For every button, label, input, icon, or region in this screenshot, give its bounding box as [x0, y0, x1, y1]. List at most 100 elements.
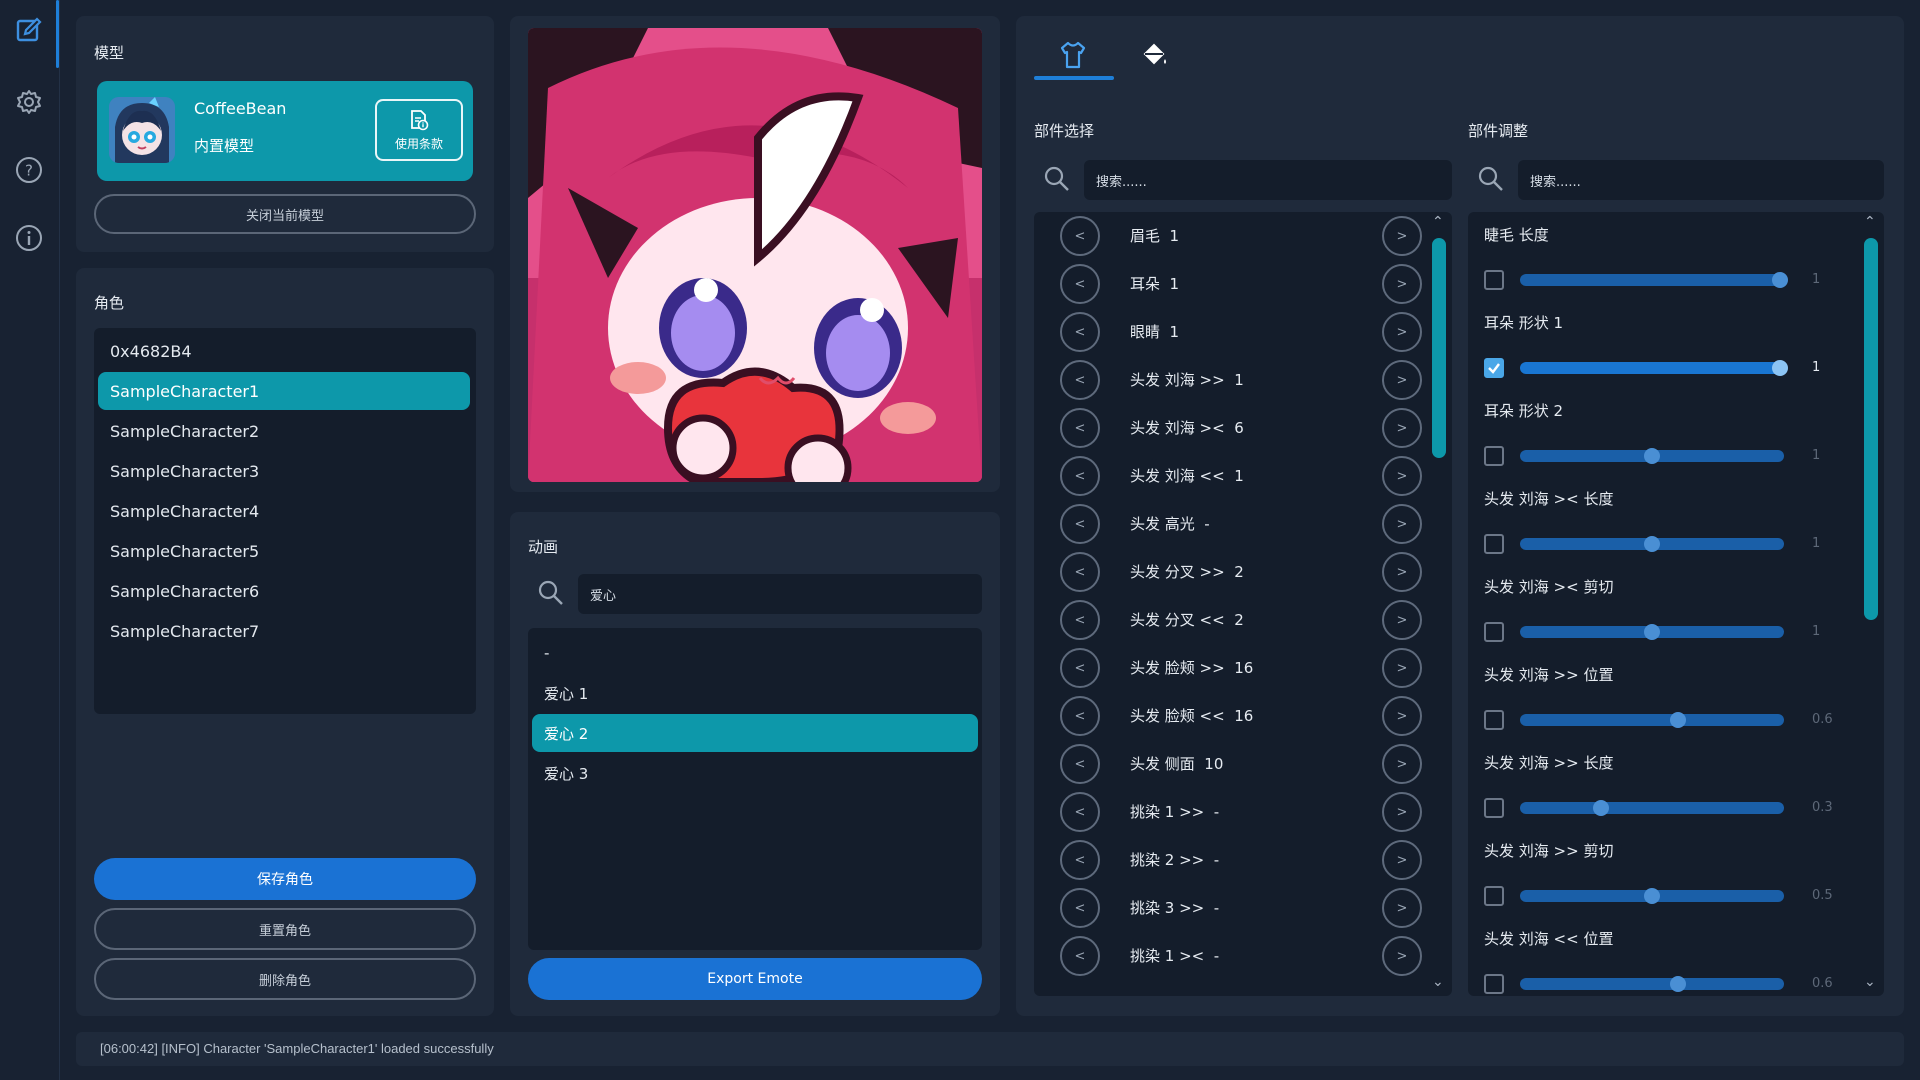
adjust-slider[interactable] — [1520, 800, 1784, 816]
adjust-search-input[interactable]: 搜索...... — [1518, 160, 1884, 200]
adjust-label: 耳朵 形状 2 — [1484, 402, 1564, 420]
character-list-item[interactable]: SampleCharacter4 — [98, 492, 470, 530]
model-avatar — [109, 97, 175, 163]
adjust-checkbox[interactable] — [1484, 358, 1504, 378]
adjust-checkbox[interactable] — [1484, 798, 1504, 818]
prev-option-button[interactable]: < — [1060, 312, 1100, 352]
slider-thumb[interactable] — [1772, 272, 1788, 288]
adjust-checkbox[interactable] — [1484, 710, 1504, 730]
scroll-down-icon[interactable]: ⌄ — [1432, 974, 1444, 990]
prev-option-button[interactable]: < — [1060, 648, 1100, 688]
animation-list-item[interactable]: 爱心 2 — [532, 714, 978, 752]
paint-bucket-icon[interactable] — [1140, 40, 1170, 74]
next-option-button[interactable]: > — [1382, 792, 1422, 832]
adjust-slider[interactable] — [1520, 712, 1784, 728]
next-option-button[interactable]: > — [1382, 888, 1422, 928]
part-row: < 挑染 1 >> - > — [1034, 788, 1424, 836]
next-option-button[interactable]: > — [1382, 408, 1422, 448]
next-option-button[interactable]: > — [1382, 360, 1422, 400]
animation-list-item[interactable]: 爱心 3 — [532, 754, 978, 792]
next-option-button[interactable]: > — [1382, 840, 1422, 880]
character-list-item[interactable]: SampleCharacter6 — [98, 572, 470, 610]
prev-option-button[interactable]: < — [1060, 360, 1100, 400]
adjust-slider[interactable] — [1520, 888, 1784, 904]
next-option-button[interactable]: > — [1382, 696, 1422, 736]
next-option-button[interactable]: > — [1382, 600, 1422, 640]
scroll-up-icon[interactable]: ⌃ — [1864, 214, 1876, 230]
next-option-button[interactable]: > — [1382, 216, 1422, 256]
adjust-checkbox[interactable] — [1484, 534, 1504, 554]
adjust-section-title: 部件调整 — [1468, 122, 1529, 140]
adjust-slider[interactable] — [1520, 976, 1784, 992]
adjust-slider[interactable] — [1520, 360, 1788, 376]
document-info-icon — [411, 109, 429, 130]
scroll-down-icon[interactable]: ⌄ — [1864, 974, 1876, 990]
character-list-item[interactable]: SampleCharacter2 — [98, 412, 470, 450]
prev-option-button[interactable]: < — [1060, 504, 1100, 544]
parts-scrollbar[interactable] — [1432, 238, 1446, 458]
edit-icon[interactable] — [13, 14, 45, 46]
help-icon[interactable]: ? — [13, 154, 45, 186]
slider-thumb[interactable] — [1644, 536, 1660, 552]
prev-option-button[interactable]: < — [1060, 936, 1100, 976]
next-option-button[interactable]: > — [1382, 504, 1422, 544]
next-option-button[interactable]: > — [1382, 648, 1422, 688]
next-option-button[interactable]: > — [1382, 312, 1422, 352]
adjust-slider[interactable] — [1520, 272, 1788, 288]
next-option-button[interactable]: > — [1382, 744, 1422, 784]
next-option-button[interactable]: > — [1382, 264, 1422, 304]
scroll-up-icon[interactable]: ⌃ — [1432, 214, 1444, 230]
character-list-item[interactable]: 0x4682B4 — [98, 332, 470, 370]
adjust-checkbox[interactable] — [1484, 622, 1504, 642]
slider-thumb[interactable] — [1644, 888, 1660, 904]
settings-icon[interactable] — [13, 86, 45, 118]
prev-option-button[interactable]: < — [1060, 696, 1100, 736]
close-model-button[interactable]: 关闭当前模型 — [94, 194, 476, 234]
adjust-scrollbar[interactable] — [1864, 238, 1878, 620]
next-option-button[interactable]: > — [1382, 456, 1422, 496]
model-subtitle: 内置模型 — [194, 137, 255, 155]
shirt-icon[interactable] — [1058, 40, 1088, 74]
model-card[interactable]: CoffeeBean 内置模型 使用条款 — [97, 81, 473, 181]
prev-option-button[interactable]: < — [1060, 216, 1100, 256]
character-list-item[interactable]: SampleCharacter7 — [98, 612, 470, 650]
slider-thumb[interactable] — [1772, 360, 1788, 376]
prev-option-button[interactable]: < — [1060, 840, 1100, 880]
prev-option-button[interactable]: < — [1060, 264, 1100, 304]
slider-thumb[interactable] — [1644, 448, 1660, 464]
adjust-slider[interactable] — [1520, 448, 1784, 464]
terms-of-use-button[interactable]: 使用条款 — [375, 99, 463, 161]
adjust-checkbox[interactable] — [1484, 974, 1504, 994]
prev-option-button[interactable]: < — [1060, 744, 1100, 784]
next-option-button[interactable]: > — [1382, 552, 1422, 592]
next-option-button[interactable]: > — [1382, 936, 1422, 976]
character-list-item[interactable]: SampleCharacter5 — [98, 532, 470, 570]
slider-thumb[interactable] — [1592, 800, 1609, 816]
slider-thumb[interactable] — [1669, 712, 1686, 728]
parts-search-input[interactable]: 搜索...... — [1084, 160, 1452, 200]
character-list-item[interactable]: SampleCharacter3 — [98, 452, 470, 490]
info-icon[interactable] — [13, 222, 45, 254]
animation-list-item[interactable]: 爱心 1 — [532, 674, 978, 712]
prev-option-button[interactable]: < — [1060, 408, 1100, 448]
adjust-slider[interactable] — [1520, 624, 1784, 640]
character-list-item[interactable]: SampleCharacter1 — [98, 372, 470, 410]
prev-option-button[interactable]: < — [1060, 600, 1100, 640]
slider-thumb[interactable] — [1669, 976, 1686, 992]
slider-thumb[interactable] — [1644, 624, 1660, 640]
delete-character-button[interactable]: 删除角色 — [94, 958, 476, 1000]
prev-option-button[interactable]: < — [1060, 792, 1100, 832]
export-emote-button[interactable]: Export Emote — [528, 958, 982, 1000]
adjust-value: 1 — [1812, 448, 1821, 463]
save-character-button[interactable]: 保存角色 — [94, 858, 476, 900]
animation-search-input[interactable]: 爱心 — [578, 574, 982, 614]
prev-option-button[interactable]: < — [1060, 456, 1100, 496]
reset-character-button[interactable]: 重置角色 — [94, 908, 476, 950]
prev-option-button[interactable]: < — [1060, 552, 1100, 592]
prev-option-button[interactable]: < — [1060, 888, 1100, 928]
adjust-slider[interactable] — [1520, 536, 1784, 552]
animation-list-item[interactable]: - — [532, 634, 978, 672]
adjust-checkbox[interactable] — [1484, 446, 1504, 466]
adjust-checkbox[interactable] — [1484, 270, 1504, 290]
adjust-checkbox[interactable] — [1484, 886, 1504, 906]
